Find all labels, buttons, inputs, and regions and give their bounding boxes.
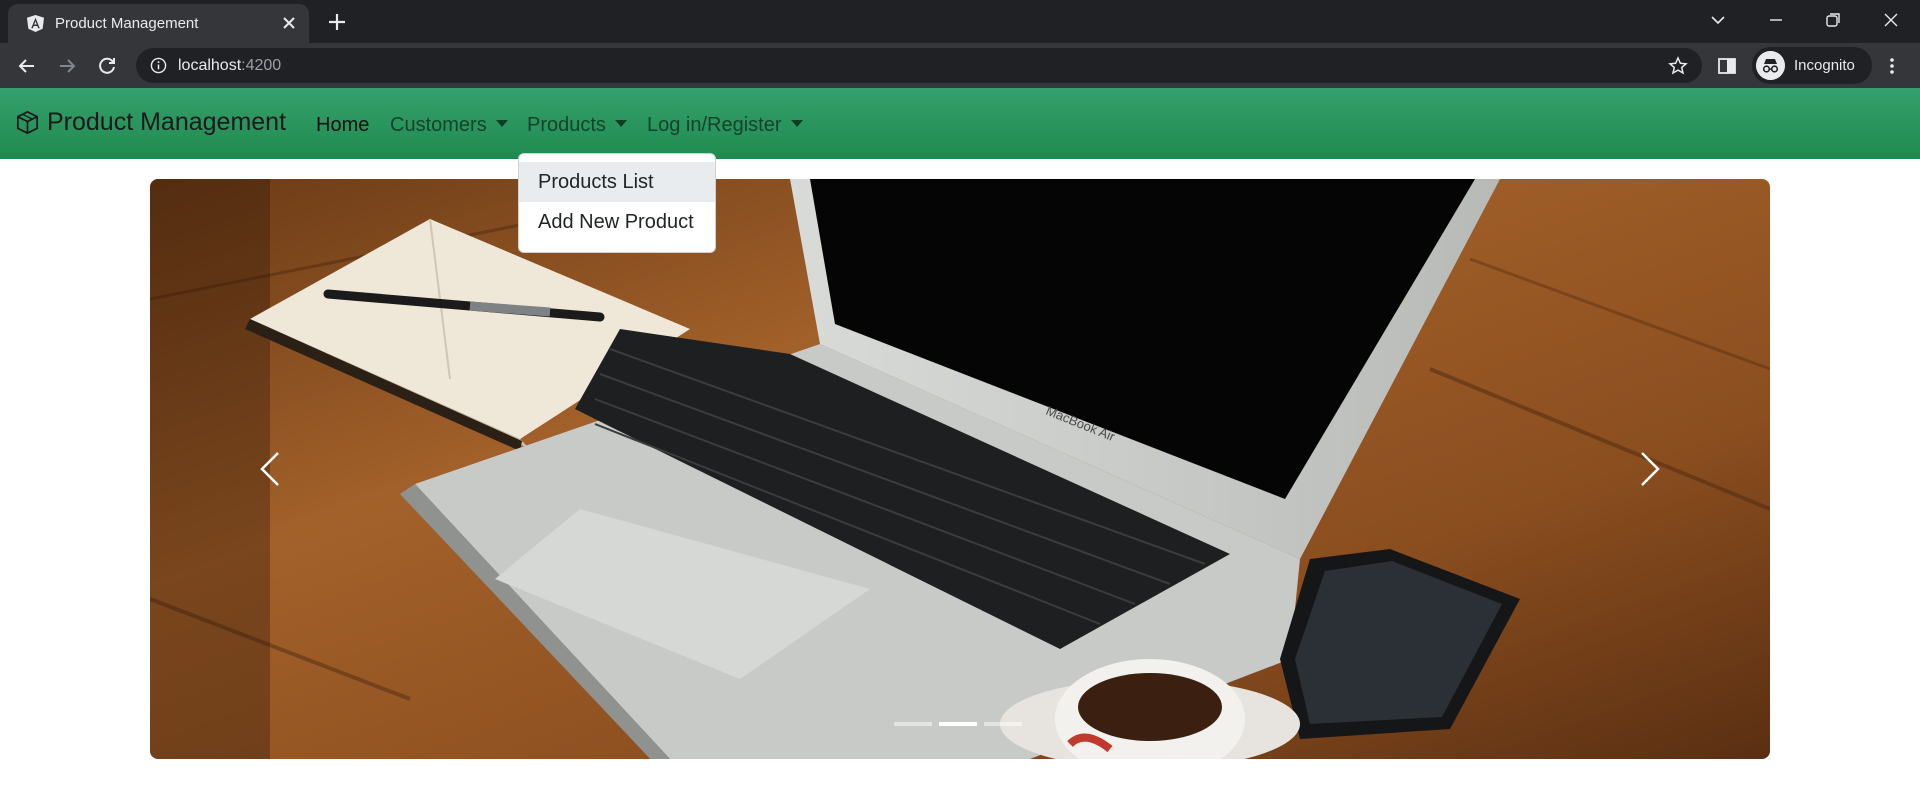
caret-down-icon [790, 120, 803, 127]
carousel-slide-image: MacBook Air [150, 179, 1770, 759]
address-bar[interactable]: localhost:4200 [136, 48, 1702, 83]
window-close-icon[interactable] [1875, 6, 1907, 34]
carousel-indicator-3[interactable] [984, 722, 1022, 726]
dropdown-item-products-list[interactable]: Products List [519, 162, 715, 202]
hero-carousel: MacBook Air [150, 179, 1770, 759]
incognito-icon [1756, 51, 1785, 80]
box-icon [16, 110, 39, 135]
caret-down-icon [614, 120, 627, 127]
profile-label: Incognito [1794, 57, 1855, 74]
carousel-next-icon[interactable] [1628, 441, 1668, 497]
nav-home[interactable]: Home [316, 114, 369, 137]
nav-login-label: Log in/Register [647, 114, 782, 136]
minimize-icon[interactable] [1760, 6, 1792, 34]
restore-icon[interactable] [1817, 6, 1849, 34]
browser-tab[interactable]: Product Management [8, 4, 309, 43]
nav-products-label: Products [527, 114, 606, 136]
carousel-indicators [894, 722, 1022, 726]
url-host: localhost [178, 57, 242, 74]
app-navbar: Product Management Home Customers Produc… [0, 88, 1920, 159]
caret-down-icon [495, 120, 508, 127]
navbar-brand[interactable]: Product Management [14, 108, 286, 137]
reload-icon[interactable] [92, 51, 122, 81]
more-menu-icon[interactable] [1882, 55, 1902, 77]
tab-title: Product Management [55, 15, 199, 32]
forward-arrow-icon[interactable] [52, 51, 82, 81]
products-dropdown-menu: Products List Add New Product [518, 153, 716, 253]
nav-products-dropdown[interactable]: Products [527, 114, 627, 137]
angular-icon [26, 14, 45, 33]
tab-search-icon[interactable] [1702, 6, 1734, 34]
close-icon[interactable] [278, 12, 300, 34]
nav-customers-dropdown[interactable]: Customers [390, 114, 508, 137]
dropdown-item-add-new-product[interactable]: Add New Product [519, 202, 715, 242]
url-port: :4200 [241, 57, 282, 74]
nav-customers-label: Customers [390, 114, 487, 136]
new-tab-icon[interactable] [324, 9, 350, 35]
back-arrow-icon[interactable] [12, 51, 42, 81]
brand-title: Product Management [47, 108, 287, 136]
browser-tabstrip: Product Management [0, 0, 1920, 43]
carousel-indicator-2[interactable] [939, 722, 977, 726]
url-text: localhost:4200 [178, 57, 281, 75]
side-panel-icon[interactable] [1717, 56, 1737, 76]
carousel-indicator-1[interactable] [894, 722, 932, 726]
browser-toolbar: localhost:4200 Incognito [0, 43, 1920, 88]
nav-login-dropdown[interactable]: Log in/Register [647, 114, 803, 137]
incognito-profile-button[interactable]: Incognito [1752, 47, 1872, 84]
info-icon[interactable] [150, 57, 167, 74]
bookmark-star-icon[interactable] [1668, 56, 1688, 76]
carousel-prev-icon[interactable] [252, 441, 292, 497]
